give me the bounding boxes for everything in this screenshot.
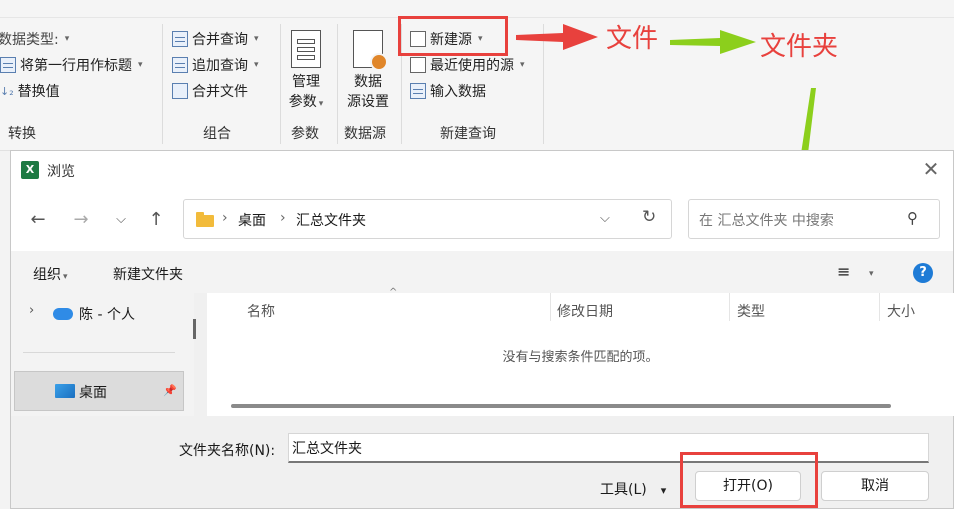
recent-locations-chevron-icon[interactable]: ⌵: [109, 212, 133, 227]
tools-button[interactable]: 工具(L) ▾: [600, 479, 666, 499]
column-header-modified[interactable]: 修改日期: [557, 301, 613, 321]
nav-item-desktop-label: 桌面: [79, 385, 107, 401]
view-options-icon[interactable]: ≡: [837, 262, 850, 281]
folder-name-label: 文件夹名称(N):: [179, 443, 276, 459]
breadcrumb-desktop[interactable]: 桌面: [238, 210, 266, 230]
file-list-pane: ^ 名称 修改日期 类型 大小 没有与搜索条件匹配的项。: [207, 287, 954, 416]
search-input[interactable]: 在 汇总文件夹 中搜索: [699, 210, 834, 230]
organize-label: 组织: [33, 267, 61, 283]
pin-icon[interactable]: 📌: [163, 384, 177, 397]
column-divider[interactable]: [729, 293, 730, 321]
address-dropdown-chevron-icon[interactable]: ⌵: [600, 211, 610, 226]
breadcrumb-separator-icon: ›: [280, 210, 286, 226]
breadcrumb-separator-icon: ›: [222, 210, 228, 226]
navigation-scrollbar[interactable]: [194, 293, 207, 416]
dialog-titlebar: X 浏览 ✕: [11, 151, 953, 189]
view-chevron-down-icon[interactable]: ▾: [867, 264, 874, 280]
nav-item-onedrive[interactable]: 陈 - 个人: [79, 304, 135, 324]
chevron-down-icon: ▾: [63, 272, 68, 282]
forward-arrow-icon[interactable]: →: [69, 209, 93, 230]
desktop-icon: [55, 384, 75, 398]
sort-arrow-icon: ^: [389, 287, 398, 298]
tools-label: 工具(L): [600, 482, 647, 498]
column-divider[interactable]: [879, 293, 880, 321]
folder-icon: [196, 212, 214, 227]
up-arrow-icon[interactable]: ↑: [144, 209, 168, 230]
breadcrumb-summary-folder[interactable]: 汇总文件夹: [296, 210, 366, 230]
green-arrow-right: [670, 30, 756, 54]
search-icon: ⚲: [907, 209, 918, 227]
folder-name-value: 汇总文件夹: [292, 441, 362, 457]
cancel-button[interactable]: 取消: [821, 471, 929, 501]
annotation-file: 文件: [606, 24, 659, 54]
column-header-size[interactable]: 大小: [887, 301, 915, 321]
column-divider[interactable]: [550, 293, 551, 321]
excel-icon: X: [21, 161, 39, 179]
navigation-scrollbar-thumb[interactable]: [193, 319, 196, 339]
nav-divider: [23, 352, 175, 353]
red-arrow: [516, 24, 598, 50]
back-arrow-icon[interactable]: ←: [26, 209, 50, 230]
empty-message: 没有与搜索条件匹配的项。: [502, 350, 659, 365]
column-header-name[interactable]: 名称: [247, 301, 275, 321]
folder-name-input[interactable]: 汇总文件夹: [288, 433, 929, 463]
new-folder-button[interactable]: 新建文件夹: [113, 264, 183, 284]
dialog-toolbar: 组织 ▾ 新建文件夹 ≡ ▾ ?: [11, 251, 953, 293]
onedrive-cloud-icon: [53, 308, 73, 320]
highlight-open-button: [680, 452, 818, 508]
annotation-folder: 文件夹: [760, 32, 839, 62]
close-icon[interactable]: ✕: [919, 157, 943, 181]
search-box[interactable]: 在 汇总文件夹 中搜索 ⚲: [688, 199, 940, 239]
column-header-type[interactable]: 类型: [737, 301, 765, 321]
chevron-down-icon: ▾: [660, 484, 667, 497]
refresh-icon[interactable]: ↻: [642, 207, 656, 227]
help-icon[interactable]: ?: [913, 263, 933, 283]
address-bar[interactable]: › 桌面 › 汇总文件夹 ⌵ ↻: [183, 199, 672, 239]
horizontal-scrollbar[interactable]: [231, 404, 891, 408]
dialog-title: 浏览: [47, 164, 75, 180]
expand-chevron-icon[interactable]: ›: [29, 303, 34, 318]
organize-button[interactable]: 组织 ▾: [33, 264, 68, 284]
nav-item-desktop[interactable]: 桌面 📌: [14, 371, 184, 411]
